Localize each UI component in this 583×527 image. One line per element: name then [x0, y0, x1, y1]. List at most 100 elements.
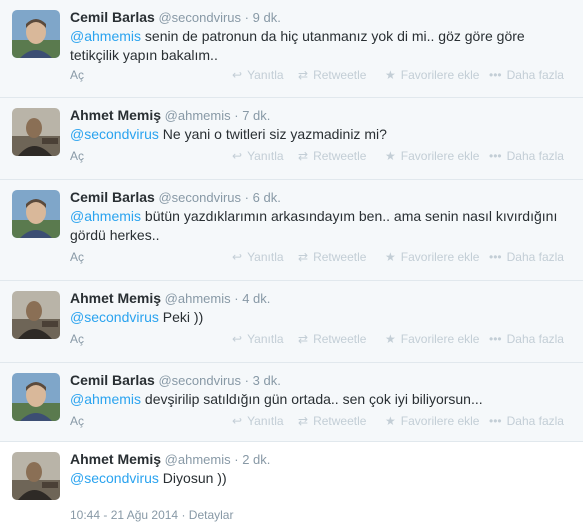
author-name[interactable]: Cemil Barlas [70, 189, 155, 205]
more-button[interactable]: ••• Daha fazla [489, 149, 564, 163]
tweet-header: Ahmet Memiş @ahmemis · 7 dk. [70, 106, 270, 125]
author-name[interactable]: Ahmet Memiş [70, 107, 161, 123]
mention-link[interactable]: @ahmemis [70, 391, 141, 407]
reply-button[interactable]: ↩ Yanıtla [232, 250, 284, 264]
mention-link[interactable]: @ahmemis [70, 28, 141, 44]
favorite-button[interactable]: ★ Favorilere ekle [385, 68, 479, 82]
tweet-timestamp-row: 10:44 - 21 Ağu 2014 · Detaylar [70, 508, 233, 522]
avatar[interactable] [12, 291, 60, 339]
tweet-body: Peki )) [158, 309, 204, 325]
retweet-icon: ⇄ [298, 68, 309, 82]
avatar[interactable] [12, 452, 60, 500]
author-handle[interactable]: @ahmemis [165, 108, 231, 123]
retweet-icon: ⇄ [298, 332, 309, 346]
more-dots-icon: ••• [489, 250, 502, 264]
favorite-button[interactable]: ★ Favorilere ekle [385, 414, 479, 428]
tweet-header: Cemil Barlas @secondvirus · 3 dk. [70, 371, 281, 390]
retweet-button[interactable]: ⇄ Retweetle [298, 250, 366, 264]
author-name[interactable]: Cemil Barlas [70, 9, 155, 25]
reply-button[interactable]: ↩ Yanıtla [232, 414, 284, 428]
open-link[interactable]: Aç [70, 332, 84, 346]
tweet-text: @secondvirus Ne yani o twitleri siz yazm… [70, 125, 570, 144]
tweet-item[interactable]: Ahmet Memiş @ahmemis · 7 dk. @secondviru… [0, 98, 583, 180]
separator-dot: · [244, 373, 249, 388]
author-name[interactable]: Ahmet Memiş [70, 290, 161, 306]
author-handle[interactable]: @ahmemis [165, 291, 231, 306]
star-icon: ★ [385, 250, 396, 264]
more-button[interactable]: ••• Daha fazla [489, 332, 564, 346]
tweet-text: @secondvirus Peki )) [70, 308, 570, 327]
more-dots-icon: ••• [489, 332, 502, 346]
separator-dot: · [244, 10, 249, 25]
retweet-button[interactable]: ⇄ Retweetle [298, 149, 366, 163]
tweet-body: Ne yani o twitleri siz yazmadiniz mi? [158, 126, 387, 142]
mention-link[interactable]: @secondvirus [70, 309, 159, 325]
reply-icon: ↩ [232, 414, 243, 428]
tweet-actions: Aç ↩ Yanıtla ⇄ Retweetle ★ Favorilere ekle … [70, 68, 583, 86]
tweet-item-expanded[interactable]: Ahmet Memiş @ahmemis · 2 dk. @secondviru… [0, 442, 583, 527]
avatar[interactable] [12, 108, 60, 156]
tweet-timestamp[interactable]: 10:44 - 21 Ağu 2014 [70, 508, 178, 522]
author-handle[interactable]: @secondvirus [158, 10, 241, 25]
tweet-text: @ahmemis senin de patronun da hiç utanma… [70, 27, 570, 65]
tweet-header: Ahmet Memiş @ahmemis · 4 dk. [70, 289, 270, 308]
tweet-time[interactable]: 7 dk. [242, 108, 270, 123]
tweet-body: Diyosun )) [158, 470, 227, 486]
open-link[interactable]: Aç [70, 250, 84, 264]
separator-dot: · [234, 291, 239, 306]
tweet-text: @secondvirus Diyosun )) [70, 469, 570, 488]
more-dots-icon: ••• [489, 149, 502, 163]
avatar[interactable] [12, 10, 60, 58]
separator-dot: · [244, 190, 249, 205]
reply-button[interactable]: ↩ Yanıtla [232, 149, 284, 163]
author-handle[interactable]: @secondvirus [158, 190, 241, 205]
tweet-time[interactable]: 2 dk. [242, 452, 270, 467]
retweet-button[interactable]: ⇄ Retweetle [298, 414, 366, 428]
reply-icon: ↩ [232, 332, 243, 346]
tweet-time[interactable]: 3 dk. [253, 373, 281, 388]
tweet-item[interactable]: Ahmet Memiş @ahmemis · 4 dk. @secondviru… [0, 281, 583, 363]
retweet-icon: ⇄ [298, 414, 309, 428]
retweet-button[interactable]: ⇄ Retweetle [298, 332, 366, 346]
tweet-item[interactable]: Cemil Barlas @secondvirus · 6 dk. @ahmem… [0, 180, 583, 281]
tweet-text: @ahmemis bütün yazdıklarımın arkasındayı… [70, 207, 570, 245]
open-link[interactable]: Aç [70, 414, 84, 428]
tweet-time[interactable]: 9 dk. [253, 10, 281, 25]
mention-link[interactable]: @ahmemis [70, 208, 141, 224]
retweet-button[interactable]: ⇄ Retweetle [298, 68, 366, 82]
more-dots-icon: ••• [489, 68, 502, 82]
tweet-header: Cemil Barlas @secondvirus · 6 dk. [70, 188, 281, 207]
reply-button[interactable]: ↩ Yanıtla [232, 332, 284, 346]
reply-icon: ↩ [232, 250, 243, 264]
tweet-item[interactable]: Cemil Barlas @secondvirus · 9 dk. @ahmem… [0, 0, 583, 98]
tweet-time[interactable]: 4 dk. [242, 291, 270, 306]
more-button[interactable]: ••• Daha fazla [489, 250, 564, 264]
tweet-actions: Aç ↩ Yanıtla ⇄ Retweetle ★ Favorilere ekle … [70, 250, 583, 268]
avatar[interactable] [12, 190, 60, 238]
favorite-button[interactable]: ★ Favorilere ekle [385, 149, 479, 163]
tweet-item[interactable]: Cemil Barlas @secondvirus · 3 dk. @ahmem… [0, 363, 583, 442]
details-link[interactable]: Detaylar [189, 508, 234, 522]
author-handle[interactable]: @secondvirus [158, 373, 241, 388]
retweet-icon: ⇄ [298, 149, 309, 163]
tweet-body: bütün yazdıklarımın arkasındayım ben.. a… [70, 208, 558, 243]
reply-button[interactable]: ↩ Yanıtla [232, 68, 284, 82]
more-dots-icon: ••• [489, 414, 502, 428]
favorite-button[interactable]: ★ Favorilere ekle [385, 250, 479, 264]
tweet-time[interactable]: 6 dk. [253, 190, 281, 205]
mention-link[interactable]: @secondvirus [70, 126, 159, 142]
more-button[interactable]: ••• Daha fazla [489, 414, 564, 428]
more-button[interactable]: ••• Daha fazla [489, 68, 564, 82]
tweet-actions: Aç ↩ Yanıtla ⇄ Retweetle ★ Favorilere ekle … [70, 149, 583, 167]
author-handle[interactable]: @ahmemis [165, 452, 231, 467]
open-link[interactable]: Aç [70, 68, 84, 82]
author-name[interactable]: Cemil Barlas [70, 372, 155, 388]
star-icon: ★ [385, 332, 396, 346]
open-link[interactable]: Aç [70, 149, 84, 163]
avatar[interactable] [12, 373, 60, 421]
star-icon: ★ [385, 149, 396, 163]
mention-link[interactable]: @secondvirus [70, 470, 159, 486]
author-name[interactable]: Ahmet Memiş [70, 451, 161, 467]
favorite-button[interactable]: ★ Favorilere ekle [385, 332, 479, 346]
reply-icon: ↩ [232, 149, 243, 163]
